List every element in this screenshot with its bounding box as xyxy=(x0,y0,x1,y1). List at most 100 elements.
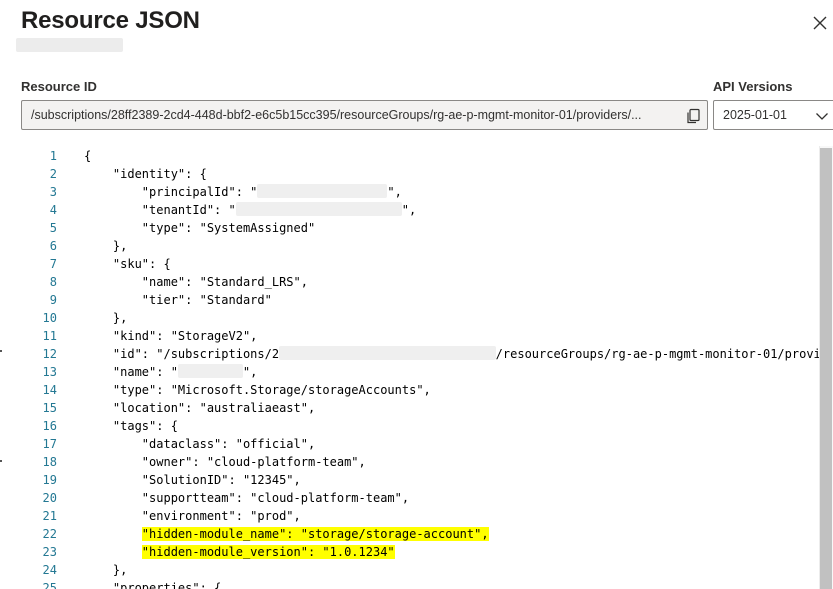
code-line[interactable]: 25 "properties": { xyxy=(0,579,833,589)
code-segment: "id": "/subscriptions/2 xyxy=(84,347,280,361)
code-text: "principalId": " ", xyxy=(84,183,402,201)
code-text: "type": "Microsoft.Storage/storageAccoun… xyxy=(84,381,431,399)
code-segment: "location": "australiaeast", xyxy=(84,401,316,415)
code-line[interactable]: 3 "principalId": " ", xyxy=(0,183,833,201)
code-line[interactable]: 14 "type": "Microsoft.Storage/storageAcc… xyxy=(0,381,833,399)
code-segment: "type": "Microsoft.Storage/storageAccoun… xyxy=(84,383,431,397)
code-line[interactable]: 12 "id": "/subscriptions/2/resourceGroup… xyxy=(0,345,833,363)
code-text: "kind": "StorageV2", xyxy=(84,327,258,345)
line-number: 20 xyxy=(42,491,57,505)
code-segment: }, xyxy=(84,311,128,325)
line-number: 15 xyxy=(42,401,57,415)
code-text: "sku": { xyxy=(84,255,171,273)
code-segment: ", xyxy=(401,203,417,217)
code-segment: }, xyxy=(84,239,128,253)
code-line[interactable]: 23 "hidden-module_version": "1.0.1234" xyxy=(0,543,833,561)
copy-button[interactable] xyxy=(684,107,702,125)
line-number: 4 xyxy=(49,203,57,217)
code-segment: "type": "SystemAssigned" xyxy=(84,221,316,235)
redacted-value xyxy=(177,364,243,378)
line-number: 13 xyxy=(42,365,57,379)
close-button[interactable] xyxy=(809,12,831,34)
resource-id-value[interactable]: /subscriptions/28ff2389-2cd4-448d-bbf2-e… xyxy=(31,108,679,122)
code-text: "name": "Standard_LRS", xyxy=(84,273,308,291)
code-line[interactable]: 16 "tags": { xyxy=(0,417,833,435)
code-line[interactable]: 6 }, xyxy=(0,237,833,255)
code-segment: "tags": { xyxy=(84,419,178,433)
code-segment: { xyxy=(84,149,92,163)
dialog-title: Resource JSON xyxy=(21,7,200,34)
code-text: "hidden-module_name": "storage/storage-a… xyxy=(84,525,489,543)
line-number: 16 xyxy=(42,419,57,433)
code-text: "supportteam": "cloud-platform-team", xyxy=(84,489,409,507)
code-text: "location": "australiaeast", xyxy=(84,399,315,417)
code-line[interactable]: 1{ xyxy=(0,147,833,165)
json-editor[interactable]: 1{2 "identity": {3 "principalId": " ", 4 "… xyxy=(0,146,833,589)
code-line[interactable]: 21 "environment": "prod", xyxy=(0,507,833,525)
redacted-value xyxy=(279,346,496,360)
line-number: 12 xyxy=(42,347,57,361)
code-line[interactable]: 17 "dataclass": "official", xyxy=(0,435,833,453)
code-text: "identity": { xyxy=(84,165,207,183)
code-line[interactable]: 5 "type": "SystemAssigned" xyxy=(0,219,833,237)
code-segment: "tenantId": " xyxy=(84,203,236,217)
code-line[interactable]: 20 "supportteam": "cloud-platform-team", xyxy=(0,489,833,507)
code-line[interactable]: 8 "name": "Standard_LRS", xyxy=(0,273,833,291)
code-line[interactable]: 15 "location": "australiaeast", xyxy=(0,399,833,417)
edge-artifact xyxy=(0,350,2,352)
code-segment: "kind": "StorageV2", xyxy=(84,329,258,343)
code-text: "name": " ", xyxy=(84,363,257,381)
code-segment: }, xyxy=(84,563,128,577)
code-line[interactable]: 13 "name": " ", xyxy=(0,363,833,381)
chevron-down-icon xyxy=(816,113,828,120)
copy-icon xyxy=(687,108,700,124)
redacted-value xyxy=(235,202,402,216)
redacted-value xyxy=(257,184,388,198)
code-text: "tier": "Standard" xyxy=(84,291,272,309)
code-text: "owner": "cloud-platform-team", xyxy=(84,453,366,471)
line-number: 17 xyxy=(42,437,57,451)
code-segment: "identity": { xyxy=(84,167,207,181)
line-number: 5 xyxy=(49,221,57,235)
code-line[interactable]: 11 "kind": "StorageV2", xyxy=(0,327,833,345)
line-number: 23 xyxy=(42,545,57,559)
code-line[interactable]: 19 "SolutionID": "12345", xyxy=(0,471,833,489)
code-text: "tenantId": " ", xyxy=(84,201,416,219)
line-number: 18 xyxy=(42,455,57,469)
line-number: 1 xyxy=(49,149,57,163)
edge-artifact xyxy=(0,460,2,462)
line-number: 14 xyxy=(42,383,57,397)
code-line[interactable]: 9 "tier": "Standard" xyxy=(0,291,833,309)
editor-scrollbar-thumb[interactable] xyxy=(820,148,832,589)
line-number: 10 xyxy=(42,311,57,325)
code-segment: "owner": "cloud-platform-team", xyxy=(84,455,366,469)
code-segment: "name": " xyxy=(84,365,178,379)
redacted-subtitle xyxy=(16,38,123,52)
code-line[interactable]: 24 }, xyxy=(0,561,833,579)
code-text: "hidden-module_version": "1.0.1234" xyxy=(84,543,395,561)
code-segment: "principalId": " xyxy=(84,185,258,199)
line-number: 9 xyxy=(49,293,57,307)
code-segment: /resourceGroups/rg-ae-p-mgmt-monitor-01/… xyxy=(495,347,833,361)
code-line[interactable]: 4 "tenantId": " ", xyxy=(0,201,833,219)
code-line[interactable]: 7 "sku": { xyxy=(0,255,833,273)
code-line[interactable]: 2 "identity": { xyxy=(0,165,833,183)
resource-id-field[interactable]: /subscriptions/28ff2389-2cd4-448d-bbf2-e… xyxy=(21,100,708,130)
code-text: { xyxy=(84,147,91,165)
code-segment: "tier": "Standard" xyxy=(84,293,272,307)
code-text: "type": "SystemAssigned" xyxy=(84,219,315,237)
code-line[interactable]: 10 }, xyxy=(0,309,833,327)
code-segment: "SolutionID": "12345", xyxy=(84,473,301,487)
line-number: 3 xyxy=(49,185,57,199)
line-number: 24 xyxy=(42,563,57,577)
code-segment: "sku": { xyxy=(84,257,171,271)
line-number: 25 xyxy=(42,581,57,589)
code-text: "environment": "prod", xyxy=(84,507,301,525)
code-text: }, xyxy=(84,309,127,327)
api-version-dropdown[interactable]: 2025-01-01 xyxy=(713,100,833,130)
code-line[interactable]: 22 "hidden-module_name": "storage/storag… xyxy=(0,525,833,543)
code-line[interactable]: 18 "owner": "cloud-platform-team", xyxy=(0,453,833,471)
code-text: "dataclass": "official", xyxy=(84,435,315,453)
resource-id-label: Resource ID xyxy=(21,79,97,94)
